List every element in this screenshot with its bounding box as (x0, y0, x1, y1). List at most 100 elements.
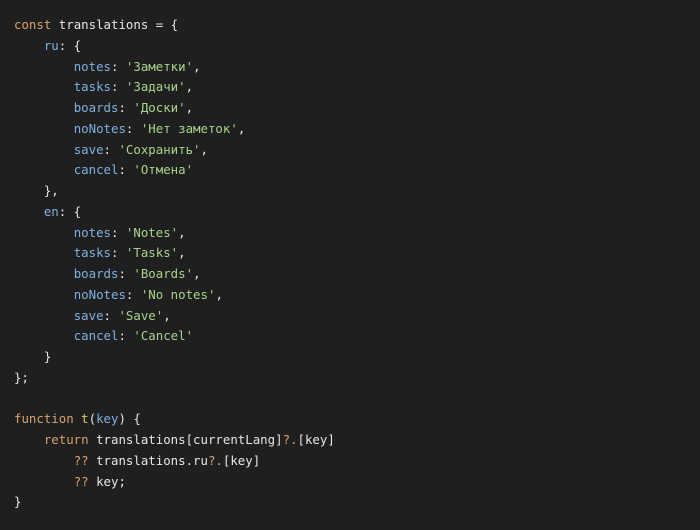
code-token: [key] (297, 432, 335, 447)
code-token: tasks (73, 79, 111, 95)
code-token: [key] (222, 452, 261, 468)
code-token: notes (73, 224, 111, 240)
code-token: , (178, 224, 186, 240)
code-token: noNotes (73, 120, 126, 136)
code-token: save (73, 307, 104, 323)
code-token: 'Заметки' (125, 58, 194, 74)
code-token: : (118, 100, 134, 115)
code-line: ru: { (14, 36, 700, 57)
code-token: : (111, 79, 126, 95)
code-token: : (111, 245, 126, 261)
code-token: notes (73, 58, 111, 74)
code-token: ( (88, 411, 97, 427)
code-token: ?? (73, 473, 89, 489)
code-token: : (118, 328, 134, 344)
code-token: , (237, 120, 246, 136)
code-line: notes: 'Заметки', (14, 57, 700, 78)
code-token: 'Сохранить' (118, 141, 201, 157)
code-token: boards (73, 100, 119, 115)
code-token: : (125, 286, 141, 302)
code-token: 'Cancel' (133, 328, 194, 344)
code-line: }, (14, 181, 700, 202)
code-token: boards (73, 266, 119, 281)
code-token: en (43, 203, 59, 219)
code-token: t (81, 411, 89, 427)
code-token: 'Notes' (125, 224, 179, 240)
code-token: : (118, 162, 134, 178)
code-token: 'Boards' (133, 266, 194, 281)
code-token: : (111, 224, 126, 240)
code-token: 'No notes' (140, 286, 216, 302)
code-token: , (163, 307, 171, 323)
code-line: notes: 'Notes', (14, 223, 700, 244)
code-line: } (14, 347, 700, 368)
code-line: en: { (14, 202, 700, 223)
code-line: noNotes: 'Нет заметок', (14, 119, 700, 140)
code-line: ?? translations.ru?.[key] (14, 451, 700, 472)
code-token: , (215, 286, 223, 302)
code-token: }; (14, 369, 29, 385)
code-token: 'Нет заметок' (140, 120, 238, 136)
code-block[interactable]: const translations = { ru: { notes: 'Зам… (14, 15, 700, 513)
code-token: function (14, 411, 74, 427)
code-line: boards: 'Boards', (14, 264, 700, 285)
code-line: save: 'Сохранить', (14, 140, 700, 161)
code-token: 'Задачи' (125, 79, 186, 95)
code-line: noNotes: 'No notes', (14, 285, 700, 306)
code-line: cancel: 'Cancel' (14, 326, 700, 347)
code-line: tasks: 'Tasks', (14, 243, 700, 264)
code-token: : { (58, 203, 82, 219)
code-token: ?. (282, 432, 298, 447)
code-token: : (103, 307, 119, 323)
code-token: key; (88, 473, 126, 489)
code-line: } (14, 492, 700, 513)
code-editor[interactable]: const translations = { ru: { notes: 'Зам… (0, 0, 700, 530)
code-token: 'Доски' (133, 100, 186, 115)
code-token: const (14, 17, 52, 32)
code-token: tasks (73, 245, 111, 261)
code-token: , (193, 266, 201, 281)
code-line: save: 'Save', (14, 306, 700, 327)
code-token: : (103, 141, 119, 157)
code-token: } (14, 494, 22, 510)
code-token: : (125, 120, 141, 136)
code-token: noNotes (73, 286, 126, 302)
code-token: cancel (73, 162, 119, 178)
code-line: tasks: 'Задачи', (14, 77, 700, 98)
code-token: }, (14, 183, 59, 198)
code-token: return (43, 432, 89, 447)
code-token: ?. (207, 452, 223, 468)
code-token: translations[currentLang] (88, 432, 283, 447)
code-line: cancel: 'Отмена' (14, 160, 700, 181)
code-token: } (14, 349, 52, 364)
code-token: 'Отмена' (133, 162, 194, 178)
code-token: ) { (118, 411, 141, 427)
code-token: : (111, 58, 126, 74)
code-token: : (118, 266, 134, 281)
code-line: return translations[currentLang]?.[key] (14, 430, 700, 451)
code-token: , (193, 58, 201, 74)
code-token: : { (58, 37, 82, 53)
code-line: const translations = { (14, 15, 700, 36)
code-token: , (178, 245, 186, 261)
code-token: ?? (73, 452, 89, 468)
code-token: translations.ru (88, 452, 208, 468)
code-token: key (96, 411, 119, 427)
code-token: , (185, 100, 194, 115)
